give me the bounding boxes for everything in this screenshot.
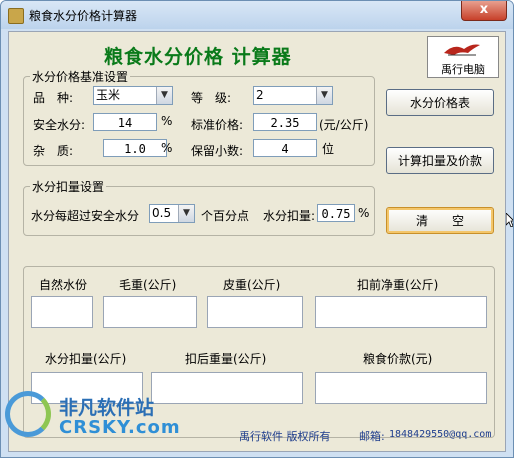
- title-bar: 粮食水分价格计算器 x: [1, 1, 513, 29]
- std-price-unit: (元/公斤): [319, 118, 369, 132]
- logo-text: 禹行电脑: [441, 63, 485, 76]
- grain-payment-label: 粮食价款(元): [363, 352, 433, 366]
- bird-logo-icon: [444, 44, 480, 56]
- price-table-button[interactable]: 水分价格表: [386, 89, 494, 116]
- variety-select[interactable]: 玉米 ▼: [93, 86, 173, 105]
- copyright-text: 禹行软件 版权所有: [239, 430, 331, 443]
- mouse-cursor-icon: [506, 213, 513, 227]
- calculate-button[interactable]: 计算扣量及价款: [386, 147, 494, 174]
- over-safe-label: 水分每超过安全水分: [31, 209, 140, 223]
- net-before-input: [315, 296, 487, 328]
- site-watermark: 非凡软件站 CRSKY.com: [1, 389, 181, 457]
- over-safe-unit: 个百分点: [201, 209, 250, 223]
- chevron-down-icon[interactable]: ▼: [316, 87, 332, 104]
- moisture-deduct-unit: %: [358, 206, 370, 220]
- app-heading: 粮食水分价格 计算器: [104, 46, 292, 68]
- impurity-label: 杂 质:: [33, 144, 74, 158]
- email-label: 邮箱:: [359, 430, 385, 443]
- natural-moisture-label: 自然水份: [39, 278, 88, 292]
- grade-select[interactable]: 2 ▼: [253, 86, 333, 105]
- impurity-unit: %: [161, 141, 173, 155]
- moisture-deduct-input[interactable]: 0.75: [317, 204, 355, 222]
- chevron-down-icon[interactable]: ▼: [178, 205, 194, 222]
- app-window: 粮食水分价格计算器 x 粮食水分价格 计算器 禹行电脑 水分价格基准设置 品 种…: [0, 0, 514, 458]
- email-value: 1848429550@qq.com: [389, 429, 492, 440]
- window-title: 粮食水分价格计算器: [29, 9, 138, 23]
- tare-weight-input[interactable]: [207, 296, 303, 328]
- over-safe-select[interactable]: 0.5 ▼: [149, 204, 195, 223]
- variety-label: 品 种:: [33, 91, 74, 105]
- app-icon: [8, 8, 24, 24]
- company-logo: 禹行电脑: [427, 36, 499, 78]
- grain-payment-result: [315, 372, 487, 404]
- watermark-site: CRSKY.com: [59, 417, 181, 438]
- gross-weight-input[interactable]: [103, 296, 197, 328]
- moisture-deduct-result-label: 水分扣量(公斤): [45, 352, 127, 366]
- moisture-deduct-label: 水分扣量:: [263, 209, 316, 223]
- chevron-down-icon[interactable]: ▼: [156, 87, 172, 104]
- close-button[interactable]: x: [461, 1, 507, 21]
- deduct-settings-legend: 水分扣量设置: [32, 180, 105, 194]
- grade-label: 等 级:: [191, 91, 232, 105]
- net-before-label: 扣前净重(公斤): [357, 278, 439, 292]
- safe-moisture-label: 安全水分:: [33, 118, 86, 132]
- base-settings-legend: 水分价格基准设置: [32, 70, 129, 84]
- clear-button[interactable]: 清 空: [386, 207, 494, 234]
- watermark-logo-icon: [5, 391, 51, 437]
- net-after-label: 扣后重量(公斤): [185, 352, 267, 366]
- safe-moisture-unit: %: [161, 114, 173, 128]
- watermark-name: 非凡软件站: [59, 397, 155, 419]
- decimals-label: 保留小数:: [191, 144, 244, 158]
- decimals-unit: 位: [322, 142, 335, 156]
- decimals-input[interactable]: 4: [253, 139, 317, 157]
- gross-weight-label: 毛重(公斤): [119, 278, 177, 292]
- std-price-input[interactable]: 2.35: [253, 113, 317, 131]
- tare-weight-label: 皮重(公斤): [223, 278, 281, 292]
- over-safe-value: 0.5: [152, 206, 172, 220]
- impurity-input[interactable]: 1.0: [103, 139, 167, 157]
- variety-value: 玉米: [96, 88, 121, 102]
- natural-moisture-input[interactable]: [31, 296, 93, 328]
- std-price-label: 标准价格:: [191, 118, 244, 132]
- safe-moisture-input[interactable]: 14: [93, 113, 157, 131]
- grade-value: 2: [256, 88, 264, 102]
